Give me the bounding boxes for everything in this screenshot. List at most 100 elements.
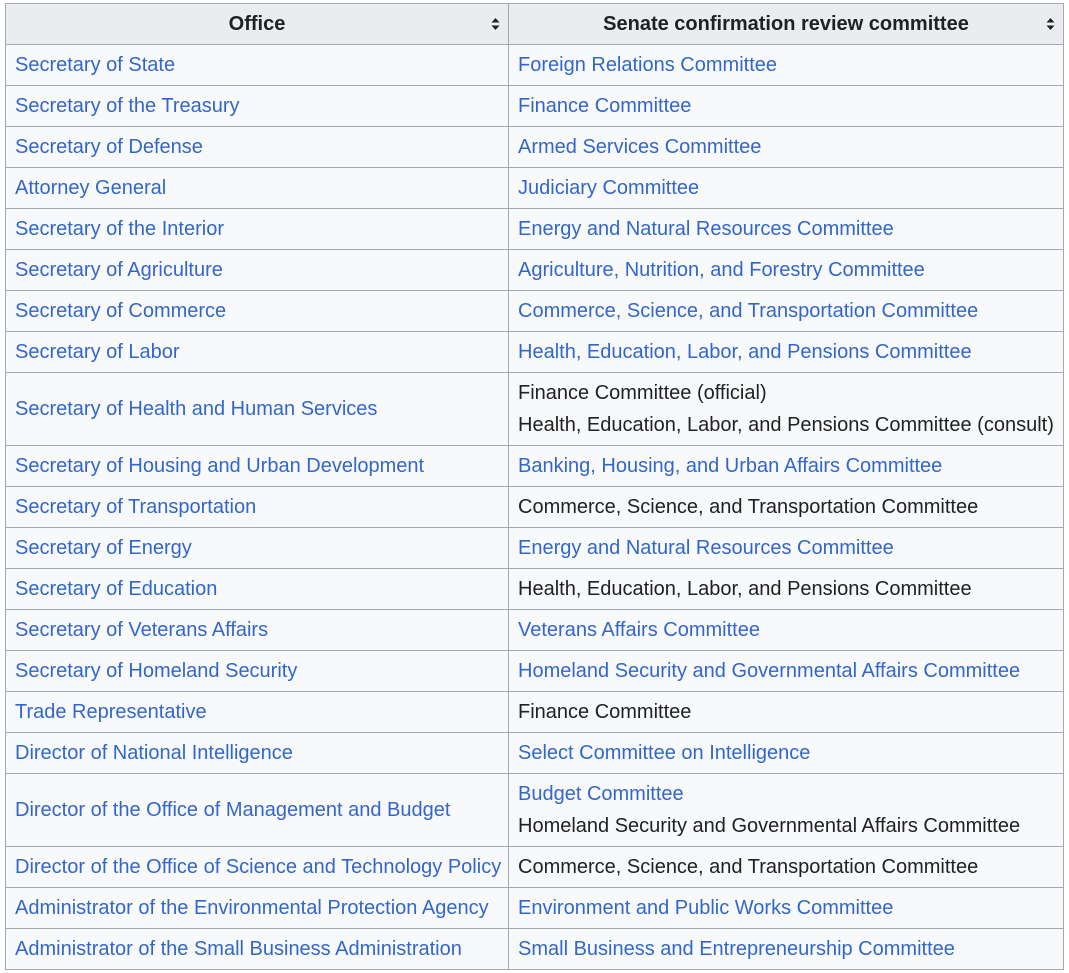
table-row: Attorney General Judiciary Committee (5, 167, 1064, 209)
office-link[interactable]: Secretary of the Interior (15, 218, 224, 240)
table-header-row: Office Senate confirmation review commit… (5, 3, 1064, 45)
table-row: Secretary of Agriculture Agriculture, Nut… (5, 249, 1064, 291)
committee-link[interactable]: Select Committee on Intelligence (518, 737, 1054, 769)
office-link[interactable]: Administrator of the Small Business Admi… (15, 938, 462, 960)
committee-text: Commerce, Science, and Transportation Co… (518, 496, 979, 518)
committee-cell: Environment and Public Works Committee (508, 887, 1064, 929)
office-cell: Director of the Office of Science and Te… (5, 846, 509, 888)
table-row: Secretary of Homeland Security Homeland S… (5, 650, 1064, 692)
committee-cell: Budget Committee Homeland Security and Go… (508, 773, 1064, 847)
confirmation-committee-table: Office Senate confirmation review commit… (5, 3, 1064, 970)
committee-link[interactable]: Small Business and Entrepreneurship Comm… (518, 933, 1054, 965)
committee-cell: Homeland Security and Governmental Affai… (508, 650, 1064, 692)
office-link[interactable]: Secretary of Education (15, 578, 217, 600)
committee-cell: Energy and Natural Resources Committee (508, 208, 1064, 250)
office-header-label: Office (228, 13, 286, 35)
committee-cell: Foreign Relations Committee (508, 44, 1064, 86)
committee-cell: Health, Education, Labor, and Pensions C… (508, 568, 1064, 610)
committee-text: Finance Committee (official) (518, 382, 767, 404)
office-cell: Attorney General (5, 167, 509, 209)
committee-header-label: Senate confirmation review committee (603, 13, 969, 35)
committee-cell: Health, Education, Labor, and Pensions C… (508, 331, 1064, 373)
committee-link[interactable]: Agriculture, Nutrition, and Forestry Com… (518, 254, 1054, 286)
office-link[interactable]: Secretary of Veterans Affairs (15, 619, 268, 641)
committee-link[interactable]: Armed Services Committee (518, 131, 1054, 163)
table-row: Administrator of the Small Business Admi… (5, 928, 1064, 970)
committee-text: Commerce, Science, and Transportation Co… (518, 856, 979, 878)
committee-link[interactable]: Energy and Natural Resources Committee (518, 213, 1054, 245)
office-cell: Secretary of Veterans Affairs (5, 609, 509, 651)
office-link[interactable]: Secretary of the Treasury (15, 95, 240, 117)
table-row: Secretary of Labor Health, Education, Lab… (5, 331, 1064, 373)
table-row: Secretary of Veterans Affairs Veterans Af… (5, 609, 1064, 651)
table-row: Director of the Office of Management and… (5, 773, 1064, 847)
office-link[interactable]: Administrator of the Environmental Prote… (15, 897, 489, 919)
office-link[interactable]: Secretary of Transportation (15, 496, 256, 518)
table-row: Director of National Intelligence Select … (5, 732, 1064, 774)
table-row: Director of the Office of Science and Te… (5, 846, 1064, 888)
committee-link[interactable]: Foreign Relations Committee (518, 49, 1054, 81)
committee-cell: Select Committee on Intelligence (508, 732, 1064, 774)
office-link[interactable]: Secretary of Housing and Urban Developme… (15, 455, 424, 477)
table-row: Trade Representative Finance Committee (5, 691, 1064, 733)
office-link[interactable]: Director of the Office of Science and Te… (15, 856, 501, 878)
committee-cell: Energy and Natural Resources Committee (508, 527, 1064, 569)
sort-updown-icon[interactable] (491, 17, 500, 31)
committee-cell: Commerce, Science, and Transportation Co… (508, 290, 1064, 332)
office-cell: Secretary of Agriculture (5, 249, 509, 291)
committee-link[interactable]: Energy and Natural Resources Committee (518, 532, 1054, 564)
office-link[interactable]: Secretary of State (15, 54, 175, 76)
office-link[interactable]: Secretary of Defense (15, 136, 203, 158)
committee-link[interactable]: Finance Committee (518, 90, 1054, 122)
table-row: Secretary of the Interior Energy and Natu… (5, 208, 1064, 250)
committee-text: Health, Education, Labor, and Pensions C… (518, 578, 972, 600)
committee-cell: Small Business and Entrepreneurship Comm… (508, 928, 1064, 970)
committee-cell: Commerce, Science, and Transportation Co… (508, 846, 1064, 888)
committee-cell: Agriculture, Nutrition, and Forestry Com… (508, 249, 1064, 291)
committee-link[interactable]: Homeland Security and Governmental Affai… (518, 655, 1054, 687)
office-link[interactable]: Secretary of Homeland Security (15, 660, 297, 682)
office-cell: Secretary of Homeland Security (5, 650, 509, 692)
office-cell: Secretary of Housing and Urban Developme… (5, 445, 509, 487)
table-row: Secretary of Education Health, Education,… (5, 568, 1064, 610)
committee-cell: Finance Committee (508, 85, 1064, 127)
committee-cell: Veterans Affairs Committee (508, 609, 1064, 651)
committee-cell: Finance Committee (official) Health, Educ… (508, 372, 1064, 446)
committee-link[interactable]: Banking, Housing, and Urban Affairs Comm… (518, 450, 1054, 482)
table-row: Secretary of Housing and Urban Developme… (5, 445, 1064, 487)
office-cell: Secretary of Defense (5, 126, 509, 168)
office-cell: Director of the Office of Management and… (5, 773, 509, 847)
table-row: Secretary of Defense Armed Services Commi… (5, 126, 1064, 168)
office-cell: Secretary of State (5, 44, 509, 86)
table-row: Secretary of Energy Energy and Natural Re… (5, 527, 1064, 569)
office-link[interactable]: Secretary of Labor (15, 341, 180, 363)
sort-updown-icon[interactable] (1046, 17, 1055, 31)
committee-link[interactable]: Judiciary Committee (518, 172, 1054, 204)
office-link[interactable]: Secretary of Energy (15, 537, 192, 559)
committee-link[interactable]: Health, Education, Labor, and Pensions C… (518, 336, 1054, 368)
table-row: Secretary of Transportation Commerce, Sci… (5, 486, 1064, 528)
office-link[interactable]: Trade Representative (15, 701, 207, 723)
committee-link[interactable]: Environment and Public Works Committee (518, 892, 1054, 924)
committee-column-header[interactable]: Senate confirmation review committee (508, 3, 1064, 45)
table-row: Secretary of State Foreign Relations Comm… (5, 44, 1064, 86)
office-cell: Director of National Intelligence (5, 732, 509, 774)
office-link[interactable]: Director of the Office of Management and… (15, 799, 450, 821)
office-link[interactable]: Secretary of Commerce (15, 300, 226, 322)
office-link[interactable]: Secretary of Health and Human Services (15, 398, 377, 420)
office-cell: Secretary of Commerce (5, 290, 509, 332)
committee-link[interactable]: Veterans Affairs Committee (518, 614, 1054, 646)
office-link[interactable]: Secretary of Agriculture (15, 259, 223, 281)
table-row: Secretary of Commerce Commerce, Science, … (5, 290, 1064, 332)
office-cell: Administrator of the Small Business Admi… (5, 928, 509, 970)
office-column-header[interactable]: Office (5, 3, 509, 45)
office-cell: Secretary of Education (5, 568, 509, 610)
office-link[interactable]: Director of National Intelligence (15, 742, 293, 764)
committee-cell: Banking, Housing, and Urban Affairs Comm… (508, 445, 1064, 487)
table-row: Administrator of the Environmental Prote… (5, 887, 1064, 929)
committee-text: Homeland Security and Governmental Affai… (518, 815, 1021, 837)
office-cell: Trade Representative (5, 691, 509, 733)
office-link[interactable]: Attorney General (15, 177, 166, 199)
committee-link[interactable]: Budget Committee (518, 778, 1054, 810)
committee-link[interactable]: Commerce, Science, and Transportation Co… (518, 295, 1054, 327)
